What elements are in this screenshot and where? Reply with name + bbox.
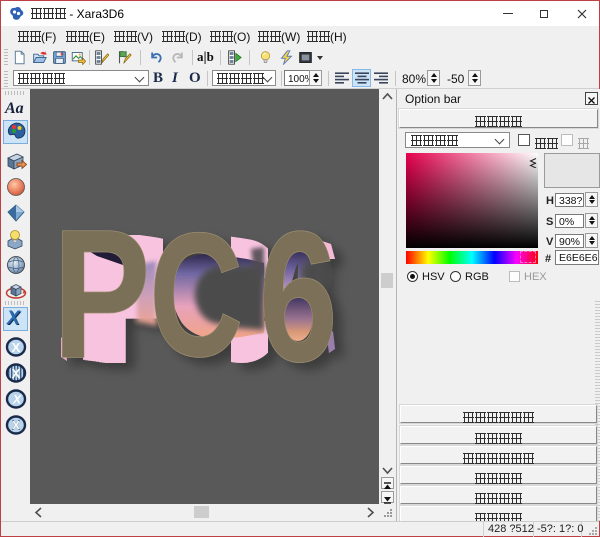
svg-text:X: X — [12, 419, 20, 433]
svg-text:X: X — [12, 340, 21, 355]
svg-text:X: X — [12, 366, 21, 381]
svg-text:X: X — [12, 393, 22, 407]
